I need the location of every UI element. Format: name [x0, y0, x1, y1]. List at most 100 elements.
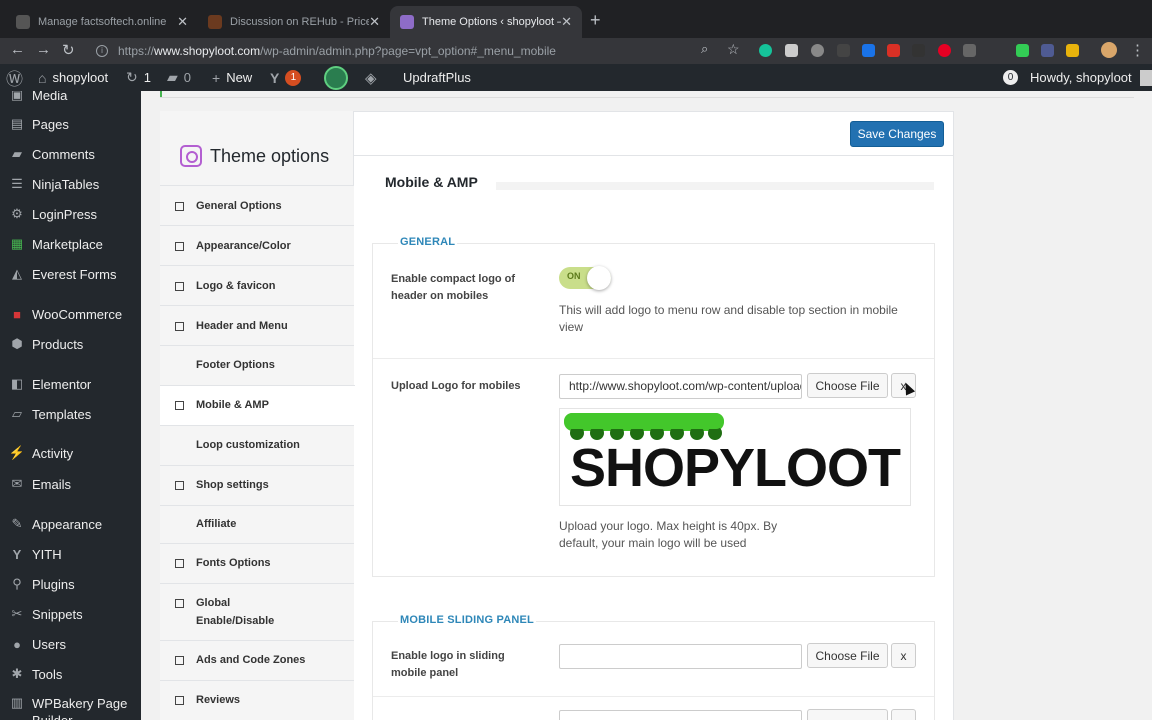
- avatar: [1139, 69, 1152, 86]
- extension-icon[interactable]: [912, 44, 925, 57]
- sidebar-item-elementor[interactable]: ◧ Elementor: [0, 371, 141, 397]
- sidebar-item-comments[interactable]: ▰ Comments: [0, 141, 141, 167]
- logo-preview-text: SHOPYLOOT: [570, 438, 901, 498]
- download-icon[interactable]: [862, 44, 875, 57]
- site-name-link[interactable]: ⌂ shopyloot: [38, 64, 108, 91]
- remove-file-button[interactable]: x: [891, 643, 916, 668]
- comments-link[interactable]: ▰ 0: [167, 64, 191, 91]
- sidebar-item-appearance[interactable]: ✎ Appearance: [0, 511, 141, 537]
- address-bar[interactable]: i https://www.shopyloot.com/wp-admin/adm…: [88, 40, 748, 62]
- sidebar-item-label: Activity: [32, 445, 74, 461]
- close-icon[interactable]: ✕: [561, 14, 572, 30]
- extension-icon[interactable]: [837, 44, 850, 57]
- nav-mobile-amp[interactable]: Mobile & AMP: [160, 385, 355, 425]
- remove-file-button[interactable]: [891, 709, 916, 720]
- sidebar-item-label: Tools: [32, 666, 63, 682]
- toggle-knob: [587, 266, 611, 290]
- extension-icon[interactable]: [1016, 44, 1029, 57]
- notifications-link[interactable]: 0: [1003, 64, 1018, 91]
- sidebar-item-users[interactable]: ● Users: [0, 631, 141, 657]
- sidebar-item-label: Everest Forms: [32, 266, 117, 282]
- nav-fonts-options[interactable]: Fonts Options: [160, 543, 354, 583]
- star-icon[interactable]: ☆: [727, 41, 740, 58]
- sidebar-item-pages[interactable]: ▤ Pages: [0, 111, 141, 137]
- nav-appearance-color[interactable]: Appearance/Color: [160, 225, 354, 265]
- sidebar-item-tools[interactable]: ✱ Tools: [0, 661, 141, 687]
- checkbox-icon: [175, 481, 184, 490]
- diamond-link[interactable]: ◈: [365, 64, 383, 91]
- updates-link[interactable]: ↻ 1: [126, 64, 151, 91]
- choose-file-button[interactable]: Choose File: [807, 373, 888, 398]
- grammarly-icon[interactable]: [759, 44, 772, 57]
- sidebar-item-templates[interactable]: ▱ Templates: [0, 401, 141, 427]
- browser-tab[interactable]: Manage factsoftech.online ✕: [6, 6, 198, 38]
- extension-icon[interactable]: [811, 44, 824, 57]
- nav-ads-code-zones[interactable]: Ads and Code Zones: [160, 640, 354, 680]
- php-icon[interactable]: [1041, 44, 1054, 57]
- nav-header-menu[interactable]: Header and Menu: [160, 305, 354, 345]
- admin-sidebar: ▣ Media ▤ Pages ▰ Comments ☰ NinjaTables ⚙ Lo…: [0, 91, 141, 720]
- save-changes-button[interactable]: Save Changes: [850, 121, 944, 147]
- nav-label: Logo & favicon: [196, 280, 276, 292]
- scissors-icon: ✂: [11, 606, 23, 621]
- extension-icon[interactable]: [785, 44, 798, 57]
- choose-file-button[interactable]: [807, 709, 888, 720]
- nav-affiliate[interactable]: Affiliate: [160, 505, 354, 543]
- builder-icon: ▥: [10, 695, 24, 710]
- sidebar-item-media[interactable]: ▣ Media: [0, 91, 141, 108]
- forms-icon: ◭: [12, 266, 22, 281]
- general-title: GENERAL: [398, 236, 458, 248]
- nav-reviews[interactable]: Reviews: [160, 680, 354, 720]
- sidebar-item-everest-forms[interactable]: ◭ Everest Forms: [0, 261, 141, 287]
- extension-icon[interactable]: [887, 44, 900, 57]
- nav-loop-customization[interactable]: Loop customization: [160, 425, 354, 465]
- my-account-link[interactable]: Howdy, shopyloot: [1030, 64, 1152, 91]
- reload-icon[interactable]: ↻: [62, 41, 75, 59]
- logo-url-input[interactable]: http://www.shopyloot.com/wp-content/uplo…: [559, 374, 802, 399]
- sidebar-item-emails[interactable]: ✉ Emails: [0, 471, 141, 497]
- sliding-logo-input[interactable]: [559, 644, 802, 669]
- forward-icon[interactable]: →: [36, 41, 51, 58]
- comment-icon: ▰: [167, 69, 178, 85]
- sidebar-item-ninjatables[interactable]: ☰ NinjaTables: [0, 171, 141, 197]
- sidebar-item-plugins[interactable]: ⚲ Plugins: [0, 571, 141, 597]
- sidebar-item-products[interactable]: ⬢ Products: [0, 331, 141, 357]
- nav-general-options[interactable]: General Options: [160, 185, 354, 225]
- nav-logo-favicon[interactable]: Logo & favicon: [160, 265, 354, 305]
- sidebar-item-wpbakery[interactable]: ▥ WPBakery Page Builder: [0, 691, 141, 720]
- browser-tab-active[interactable]: Theme Options ‹ shopyloot — ✕: [390, 6, 582, 38]
- sidebar-item-yith[interactable]: Y YITH: [0, 541, 141, 567]
- sidebar-item-snippets[interactable]: ✂ Snippets: [0, 601, 141, 627]
- next-field-input[interactable]: [559, 710, 802, 720]
- browser-tab[interactable]: Discussion on REHub - Price C ✕: [198, 6, 390, 38]
- zoom-icon[interactable]: ⌕: [701, 41, 708, 57]
- profile-avatar[interactable]: [1101, 42, 1117, 58]
- tab-title: Manage factsoftech.online: [38, 16, 167, 28]
- choose-file-button[interactable]: Choose File: [807, 643, 888, 668]
- updraftplus-link[interactable]: UpdraftPlus: [403, 64, 471, 91]
- nav-label: Appearance/Color: [196, 240, 291, 252]
- extension-link[interactable]: [324, 64, 348, 91]
- close-icon[interactable]: ✕: [177, 14, 188, 30]
- menu-icon[interactable]: ⋮: [1130, 41, 1145, 59]
- sidebar-item-woocommerce[interactable]: ■ WooCommerce: [0, 301, 141, 327]
- new-tab-icon[interactable]: +: [590, 10, 601, 31]
- extension-icon[interactable]: [963, 44, 976, 57]
- sidebar-item-loginpress[interactable]: ⚙ LoginPress: [0, 201, 141, 227]
- nav-shop-settings[interactable]: Shop settings: [160, 465, 354, 505]
- pinterest-icon[interactable]: [938, 44, 951, 57]
- nav-global-enable-disable[interactable]: Global Enable/Disable: [160, 583, 354, 640]
- nav-footer-options[interactable]: Footer Options: [160, 345, 354, 385]
- new-label: New: [226, 70, 253, 85]
- wordpress-logo-icon[interactable]: Ⓦ: [6, 64, 23, 91]
- extension-icon[interactable]: [1066, 44, 1079, 57]
- close-icon[interactable]: ✕: [369, 14, 380, 30]
- new-content-link[interactable]: + New: [212, 64, 252, 91]
- back-icon[interactable]: ←: [10, 41, 25, 58]
- sidebar-item-marketplace[interactable]: ▦ Marketplace: [0, 231, 141, 257]
- yoast-link[interactable]: Y 1: [270, 64, 302, 91]
- mail-icon: ✉: [11, 476, 23, 491]
- compact-logo-toggle[interactable]: ON: [559, 266, 611, 290]
- sidebar-item-activity[interactable]: ⚡ Activity: [0, 440, 141, 466]
- url-scheme: https://: [118, 44, 155, 58]
